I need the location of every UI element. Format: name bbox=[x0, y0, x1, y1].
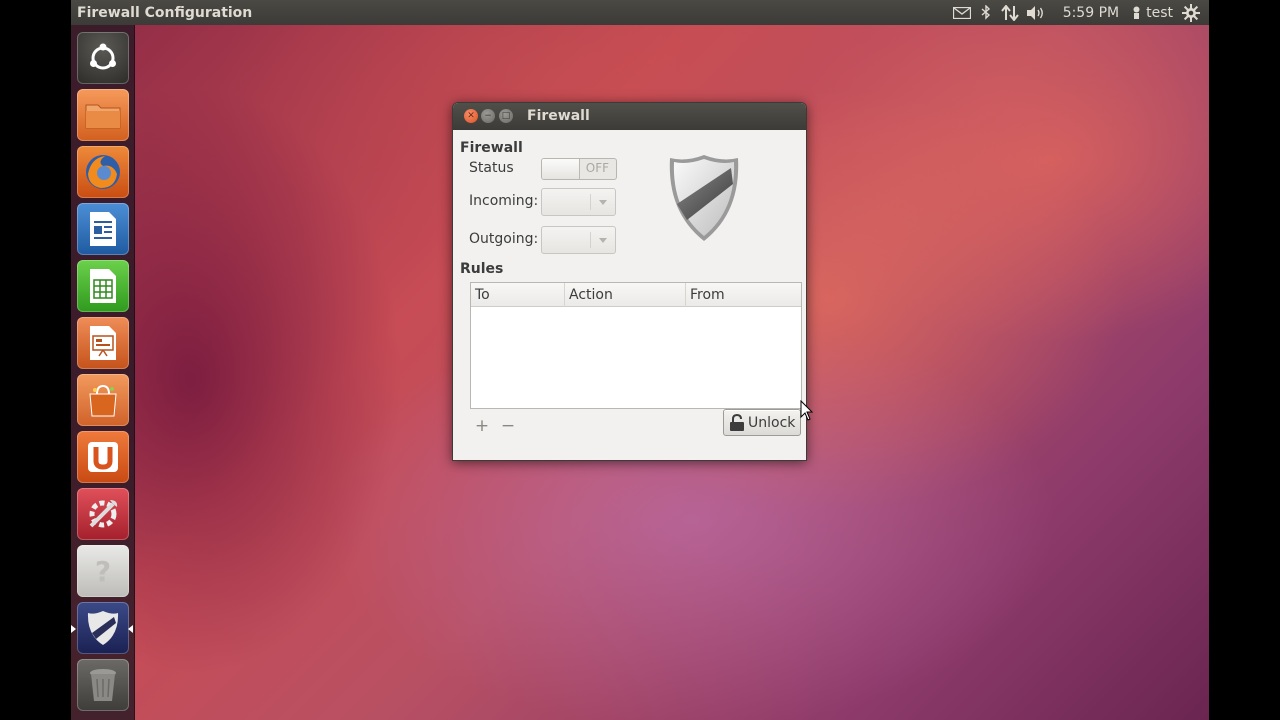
incoming-label: Incoming: bbox=[469, 193, 539, 209]
folder-icon bbox=[85, 104, 121, 129]
launcher-help[interactable]: ? bbox=[77, 545, 129, 597]
column-header-action[interactable]: Action bbox=[565, 283, 686, 307]
bluetooth-icon[interactable] bbox=[975, 0, 997, 25]
rules-table-header: To Action From bbox=[471, 283, 801, 307]
trash-icon bbox=[90, 669, 116, 701]
close-icon: ✕ bbox=[467, 110, 475, 121]
launcher: ? bbox=[71, 25, 135, 720]
shield-icon bbox=[87, 611, 119, 645]
indicator-area: 5:59 PM test bbox=[949, 0, 1209, 25]
user-name: test bbox=[1146, 4, 1173, 21]
libreoffice-calc-icon bbox=[90, 269, 116, 303]
libreoffice-writer-icon bbox=[90, 212, 116, 246]
active-indicator bbox=[128, 625, 133, 633]
libreoffice-impress-icon bbox=[90, 326, 116, 360]
column-header-to[interactable]: To bbox=[471, 283, 565, 307]
firewall-shield-icon bbox=[669, 155, 739, 241]
launcher-files[interactable] bbox=[77, 89, 129, 141]
minimize-icon: − bbox=[484, 110, 492, 121]
switch-knob bbox=[542, 159, 580, 179]
lock-icon bbox=[730, 413, 744, 431]
launcher-impress[interactable] bbox=[77, 317, 129, 369]
launcher-ubuntu-one[interactable] bbox=[77, 431, 129, 483]
maximize-window-button[interactable]: □ bbox=[499, 109, 513, 123]
mouse-cursor-icon bbox=[800, 400, 814, 421]
chevron-down-icon bbox=[599, 238, 607, 243]
rules-table[interactable]: To Action From bbox=[470, 282, 802, 409]
combo-separator bbox=[590, 194, 591, 210]
running-indicator bbox=[71, 625, 76, 633]
clock[interactable]: 5:59 PM bbox=[1063, 0, 1119, 25]
launcher-trash[interactable] bbox=[77, 659, 129, 711]
firefox-icon bbox=[86, 155, 120, 189]
network-icon[interactable] bbox=[997, 0, 1023, 25]
minimize-window-button[interactable]: − bbox=[481, 109, 495, 123]
launcher-firewall[interactable] bbox=[77, 602, 129, 654]
unlock-label: Unlock bbox=[748, 414, 796, 431]
window-title: Firewall bbox=[527, 108, 590, 124]
column-header-from[interactable]: From bbox=[686, 283, 801, 307]
outgoing-label: Outgoing: bbox=[469, 231, 539, 247]
shopping-bag-icon bbox=[89, 384, 117, 417]
user-menu[interactable]: test bbox=[1131, 0, 1173, 25]
volume-icon[interactable] bbox=[1023, 0, 1049, 25]
window-titlebar[interactable]: ✕ − □ Firewall bbox=[453, 103, 806, 130]
question-icon: ? bbox=[94, 554, 112, 588]
launcher-calc[interactable] bbox=[77, 260, 129, 312]
firewall-section-title: Firewall bbox=[460, 140, 523, 156]
chevron-down-icon bbox=[599, 200, 607, 205]
user-icon bbox=[1133, 6, 1140, 19]
outgoing-combo[interactable] bbox=[541, 226, 616, 254]
status-label: Status bbox=[469, 160, 514, 176]
mail-icon[interactable] bbox=[949, 0, 975, 25]
combo-separator bbox=[590, 232, 591, 248]
window-content: Firewall Status OFF Incoming: Outgoing: bbox=[453, 130, 806, 460]
remove-rule-button[interactable]: − bbox=[499, 416, 517, 436]
switch-state-text: OFF bbox=[585, 161, 609, 175]
maximize-icon: □ bbox=[501, 110, 511, 121]
launcher-firefox[interactable] bbox=[77, 146, 129, 198]
add-rule-button[interactable]: + bbox=[473, 416, 491, 436]
top-panel: Firewall Configuration 5:59 PM test bbox=[71, 0, 1209, 25]
ubuntu-one-icon bbox=[88, 442, 118, 472]
dash-home-button[interactable] bbox=[77, 32, 129, 84]
incoming-combo[interactable] bbox=[541, 188, 616, 216]
launcher-writer[interactable] bbox=[77, 203, 129, 255]
settings-tools-icon bbox=[89, 500, 118, 528]
unlock-button[interactable]: Unlock bbox=[723, 409, 801, 436]
launcher-software-center[interactable] bbox=[77, 374, 129, 426]
launcher-system-settings[interactable] bbox=[77, 488, 129, 540]
session-gear-icon[interactable] bbox=[1173, 0, 1209, 25]
firewall-window: ✕ − □ Firewall Firewall Status OFF Incom… bbox=[452, 102, 807, 461]
status-switch[interactable]: OFF bbox=[541, 158, 617, 180]
active-app-title: Firewall Configuration bbox=[77, 4, 253, 21]
ubuntu-logo-icon bbox=[90, 43, 116, 70]
rules-section-title: Rules bbox=[460, 261, 504, 277]
close-window-button[interactable]: ✕ bbox=[464, 109, 478, 123]
